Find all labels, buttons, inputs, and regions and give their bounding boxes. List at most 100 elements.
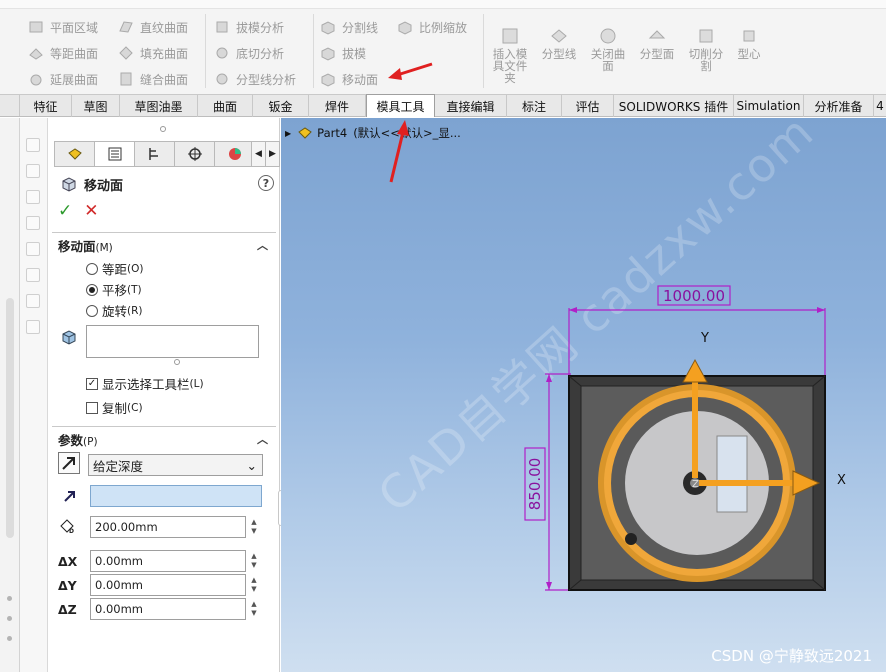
radio-offset[interactable]: 等距 (O) — [86, 259, 143, 278]
command-manager-ribbon: 平面区域 等距曲面 延展曲面 直纹曲面 填充曲面 缝合曲面 拔模分析 底切分析 … — [0, 0, 886, 94]
tab-markup[interactable]: 标注 — [507, 95, 562, 117]
sketch-tool-icon[interactable] — [26, 138, 40, 152]
axis-z-label: Z — [692, 479, 699, 490]
tab-features[interactable]: 特征 — [20, 95, 72, 117]
axis-y-label: Y — [700, 331, 709, 346]
show-selection-toolbar-checkbox[interactable]: ✓ 显示选择工具栏 (L) — [86, 374, 204, 393]
tab-analysis-prep[interactable]: 分析准备 — [804, 95, 874, 117]
tab-scroll-right-button[interactable]: ▶ — [265, 142, 279, 166]
scale-button[interactable]: 比例缩放 — [397, 14, 467, 40]
offset-surface-icon — [28, 45, 44, 61]
configuration-manager-tab[interactable] — [135, 142, 175, 166]
width-dimension-value: 1000.00 — [663, 287, 725, 305]
sketch-tool-icon[interactable] — [26, 190, 40, 204]
ok-button[interactable]: ✓ — [58, 202, 72, 220]
tab-sheet-metal[interactable]: 钣金 — [253, 95, 309, 117]
distance-spinner[interactable]: ▲ ▼ — [248, 518, 260, 536]
display-manager-tab[interactable] — [215, 142, 255, 166]
offset-surface-button[interactable]: 等距曲面 — [28, 40, 98, 66]
distance-input[interactable]: 200.00mm — [90, 516, 246, 538]
fill-surface-icon — [118, 45, 134, 61]
delta-y-input[interactable]: 0.00mm — [90, 574, 246, 596]
tab-solidworks-addins[interactable]: SOLIDWORKS 插件 — [614, 95, 734, 117]
extend-surface-icon — [28, 71, 44, 87]
dimxpert-manager-tab[interactable] — [175, 142, 215, 166]
plane-region-icon — [28, 19, 44, 35]
ribbon-separator — [483, 14, 484, 88]
move-face-button[interactable]: 移动面 — [320, 66, 378, 92]
help-button[interactable]: ? — [258, 175, 274, 191]
ruled-surface-button[interactable]: 直纹曲面 — [118, 14, 188, 40]
tab-sketch-ink[interactable]: 草图油墨 — [120, 95, 198, 117]
tooling-split-button[interactable]: 切削分割 — [684, 26, 728, 72]
tab-surfaces[interactable]: 曲面 — [198, 95, 253, 117]
extend-surface-button[interactable]: 延展曲面 — [28, 66, 98, 92]
face-selection-box[interactable] — [86, 325, 259, 358]
cancel-button[interactable]: ✕ — [84, 202, 98, 220]
delta-y-label: ΔY — [58, 577, 77, 593]
graphics-viewport[interactable]: CAD自学网 cadzxw.com ▶ Part4 (默认<<默认>_显... … — [281, 118, 886, 672]
direction-reference-field[interactable] — [90, 485, 262, 507]
draft-analysis-button[interactable]: 拔模分析 — [214, 14, 296, 40]
end-condition-dropdown[interactable]: 给定深度 ⌄ — [88, 454, 263, 476]
panel-resize-grip[interactable] — [160, 126, 166, 132]
tab-sketch[interactable]: 草图 — [72, 95, 120, 117]
left-toolbar-scrollbar[interactable] — [6, 298, 14, 538]
undercut-analysis-button[interactable]: 底切分析 — [214, 40, 296, 66]
insert-mold-folder-button[interactable]: 插入模具文件夹 — [488, 26, 532, 84]
sketch-tool-icon[interactable] — [26, 242, 40, 256]
chevron-down-icon: ⌄ — [246, 457, 257, 473]
shut-off-surface-button[interactable]: 关闭曲面 — [586, 26, 630, 72]
list-resize-grip[interactable] — [174, 359, 180, 365]
tab-simulation[interactable]: Simulation — [734, 95, 804, 117]
fill-surface-button[interactable]: 填充曲面 — [118, 40, 188, 66]
radio-translate[interactable]: 平移 (T) — [86, 280, 142, 299]
direction-arrow-icon — [64, 491, 75, 502]
feature-manager-tab[interactable] — [55, 142, 95, 166]
section-header-move-face[interactable]: 移动面(M) ︿ — [52, 233, 276, 257]
core-button[interactable]: 型心 — [727, 26, 771, 60]
parting-line-analysis-button[interactable]: 分型线分析 — [214, 66, 296, 92]
sketch-tool-icon[interactable] — [26, 164, 40, 178]
sketch-tool-icon[interactable] — [26, 294, 40, 308]
sketch-tool-icon[interactable] — [26, 268, 40, 282]
property-manager-header: 移动面 ? — [60, 174, 274, 194]
draft-button[interactable]: 拔模 — [320, 40, 378, 66]
collapse-chevron-icon[interactable]: ︿ — [257, 237, 268, 253]
tab-direct-editing[interactable]: 直接编辑 — [435, 95, 507, 117]
tab-scroll-left-button[interactable]: ◀ — [251, 142, 265, 166]
property-manager-tab[interactable] — [95, 142, 135, 166]
tab-mold-tools[interactable]: 模具工具 — [366, 94, 435, 117]
delta-z-input[interactable]: 0.00mm — [90, 598, 246, 620]
reverse-direction-button[interactable] — [58, 452, 80, 474]
svg-text:D: D — [69, 528, 74, 535]
knit-surface-button[interactable]: 缝合曲面 — [118, 66, 188, 92]
copy-checkbox[interactable]: 复制 (C) — [86, 398, 143, 417]
delta-x-input[interactable]: 0.00mm — [90, 550, 246, 572]
tab-weldments[interactable]: 焊件 — [309, 95, 366, 117]
draft-analysis-icon — [214, 19, 230, 35]
ribbon-group-scale: 比例缩放 — [397, 14, 467, 40]
axis-x-label: X — [837, 473, 846, 488]
section-header-parameters[interactable]: 参数(P) ︿ — [52, 427, 276, 451]
width-dimension[interactable]: 1000.00 — [568, 285, 826, 376]
parting-surface-button[interactable]: 分型面 — [635, 26, 679, 60]
tab-overflow[interactable]: 4 — [874, 95, 886, 117]
parting-line-analysis-icon — [214, 71, 230, 87]
collapse-chevron-icon[interactable]: ︿ — [257, 431, 268, 447]
radio-indicator — [86, 262, 98, 275]
radio-rotate[interactable]: 旋转 (R) — [86, 301, 143, 320]
split-line-button[interactable]: 分割线 — [320, 14, 378, 40]
ribbon-group-surfaces-1: 平面区域 等距曲面 延展曲面 — [28, 14, 98, 92]
delta-x-spinner[interactable]: ▲ ▼ — [248, 552, 260, 570]
delta-z-spinner[interactable]: ▲ ▼ — [248, 600, 260, 618]
height-dimension[interactable]: 850.00 — [524, 373, 571, 591]
credit-watermark: CSDN @宁静致远2021 — [711, 647, 872, 665]
configuration-icon — [148, 148, 158, 160]
plane-region-button[interactable]: 平面区域 — [28, 14, 98, 40]
tab-evaluate[interactable]: 评估 — [562, 95, 614, 117]
sketch-tool-icon[interactable] — [26, 320, 40, 334]
delta-y-spinner[interactable]: ▲ ▼ — [248, 576, 260, 594]
sketch-tool-icon[interactable] — [26, 216, 40, 230]
parting-line-button[interactable]: 分型线 — [537, 26, 581, 60]
